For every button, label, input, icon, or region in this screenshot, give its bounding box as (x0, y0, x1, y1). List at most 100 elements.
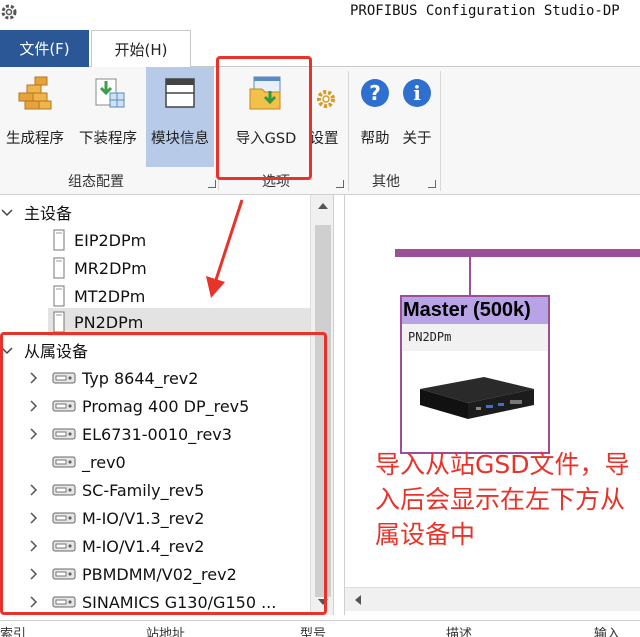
generate-program-label: 生成程序 (6, 131, 64, 147)
topology-canvas[interactable]: Master (500k) PN2DPm 导入从站GSD文件，导入后会显示在左下… (344, 195, 640, 615)
tree-item-label: MR2DPm (74, 258, 147, 278)
scroll-up-icon[interactable] (317, 201, 329, 211)
master-card[interactable]: Master (500k) PN2DPm (400, 295, 550, 454)
import-folder-icon (249, 76, 281, 110)
chevron-right-icon[interactable] (26, 399, 40, 413)
tree-item-slave[interactable]: Promag 400 DP_rev5 (26, 392, 249, 420)
device-table-header: 索引 站地址 型号 描述 输入 (0, 620, 640, 637)
tree-scroll-thumb[interactable] (315, 225, 331, 597)
svg-text:?: ? (369, 81, 381, 105)
tree-item-label: Typ 8644_rev2 (82, 368, 199, 388)
tree-group-slaves[interactable]: 从属设备 (0, 336, 88, 364)
import-gsd-button[interactable]: 导入GSD (228, 67, 304, 167)
tree-item-slave[interactable]: PBMDMM/V02_rev2 (26, 560, 237, 588)
group-launcher-icon[interactable] (208, 180, 216, 188)
slave-device-icon (52, 540, 76, 552)
tree-item-label: M-IO/V1.4_rev2 (82, 536, 205, 556)
tree-item-label: EIP2DPm (74, 230, 147, 250)
tree-item-slave[interactable]: M-IO/V1.3_rev2 (26, 504, 204, 532)
about-button[interactable]: i 关于 (398, 67, 436, 167)
device-tower-icon (53, 257, 65, 279)
help-button[interactable]: ? 帮助 (356, 67, 394, 167)
chevron-right-icon[interactable] (26, 483, 40, 497)
group-separator (440, 71, 441, 191)
master-title: Master (500k) (402, 297, 548, 324)
generate-program-button[interactable]: 生成程序 (0, 67, 70, 167)
title-bar: PROFIBUS Configuration Studio-DP (0, 0, 640, 26)
column-header[interactable]: 站地址 (146, 623, 185, 637)
group-label-other: 其他 (372, 174, 400, 190)
column-header[interactable]: 输入 (594, 623, 620, 637)
download-program-label: 下装程序 (79, 131, 137, 147)
slave-device-icon (52, 596, 76, 608)
tree-item-label: SC-Family_rev5 (82, 480, 205, 500)
module-info-label: 模块信息 (151, 131, 209, 147)
ribbon: 生成程序 下装程序 模块信息 组态配置 导入GSD 设置 选项 ? 帮助 i 关… (0, 67, 640, 195)
tree-group-label: 主设备 (24, 204, 73, 223)
chevron-right-icon[interactable] (26, 427, 40, 441)
slave-device-icon (52, 456, 76, 468)
chevron-down-icon[interactable] (0, 343, 14, 357)
chevron-right-icon[interactable] (26, 539, 40, 553)
tree-item-master-selected[interactable]: PN2DPm (48, 308, 310, 336)
scroll-left-icon[interactable] (353, 594, 363, 606)
tree-item-slave[interactable]: SINAMICS G130/G150 ... (26, 588, 276, 615)
column-header[interactable]: 索引 (0, 623, 26, 637)
chevron-down-icon[interactable] (0, 205, 14, 219)
app-gear-icon[interactable] (0, 3, 18, 21)
device-tower-icon (53, 229, 65, 251)
tab-file[interactable]: 文件(F) (0, 30, 89, 67)
group-label-config: 组态配置 (68, 174, 124, 190)
svg-text:i: i (413, 81, 421, 105)
chevron-right-icon[interactable] (26, 371, 40, 385)
master-device-name: PN2DPm (402, 324, 548, 351)
import-gsd-label: 导入GSD (235, 131, 297, 147)
tree-item-slave[interactable]: Typ 8644_rev2 (26, 364, 198, 392)
about-label: 关于 (402, 131, 432, 147)
tree-item-master[interactable]: MT2DPm (52, 282, 145, 310)
tree-item-master[interactable]: EIP2DPm (52, 226, 146, 254)
profibus-line (395, 249, 640, 257)
window-title: PROFIBUS Configuration Studio-DP (350, 3, 620, 19)
column-header[interactable]: 型号 (300, 623, 326, 637)
tree-item-slave[interactable]: M-IO/V1.4_rev2 (26, 532, 204, 560)
chevron-right-icon[interactable] (26, 511, 40, 525)
info-icon: i (403, 79, 431, 107)
device-tower-icon (53, 311, 65, 333)
tree-item-label: PBMDMM/V02_rev2 (82, 564, 237, 584)
tree-item-label: PN2DPm (74, 312, 144, 332)
group-label-options: 选项 (262, 174, 290, 190)
red-arrow-icon (206, 199, 244, 298)
module-info-button[interactable]: 模块信息 (146, 67, 214, 167)
tree-item-label: _rev0 (82, 452, 126, 472)
slave-device-icon (52, 372, 76, 384)
brick-wall-icon (18, 76, 52, 110)
download-program-button[interactable]: 下装程序 (72, 67, 144, 167)
tab-home[interactable]: 开始(H) (91, 30, 191, 68)
tree-item-master[interactable]: MR2DPm (52, 254, 147, 282)
tree-item-label: M-IO/V1.3_rev2 (82, 508, 205, 528)
tree-item-label: SINAMICS G130/G150 ... (82, 592, 277, 612)
tree-item-slave[interactable]: SC-Family_rev5 (26, 476, 204, 504)
settings-button[interactable]: 设置 (306, 67, 342, 167)
tree-item-slave[interactable]: _rev0 (26, 448, 126, 476)
tree-scrollbar[interactable] (310, 195, 333, 615)
group-launcher-icon[interactable] (336, 180, 344, 188)
scroll-down-icon[interactable] (317, 597, 329, 607)
bus-drop-line (469, 257, 471, 295)
chevron-right-icon (26, 455, 40, 469)
canvas-horizontal-scrollbar[interactable] (345, 587, 640, 611)
tree-item-slave[interactable]: EL6731-0010_rev3 (26, 420, 232, 448)
device-tower-icon (53, 285, 65, 307)
window-panel-icon (165, 78, 195, 108)
slave-device-icon (52, 428, 76, 440)
download-package-icon (95, 78, 125, 108)
chevron-right-icon[interactable] (26, 567, 40, 581)
tree-item-label: Promag 400 DP_rev5 (82, 396, 250, 416)
column-header[interactable]: 描述 (446, 623, 472, 637)
help-label: 帮助 (360, 131, 390, 147)
slave-device-icon (52, 568, 76, 580)
tree-group-master[interactable]: 主设备 (0, 198, 72, 226)
chevron-right-icon[interactable] (26, 595, 40, 609)
group-launcher-icon[interactable] (428, 180, 436, 188)
